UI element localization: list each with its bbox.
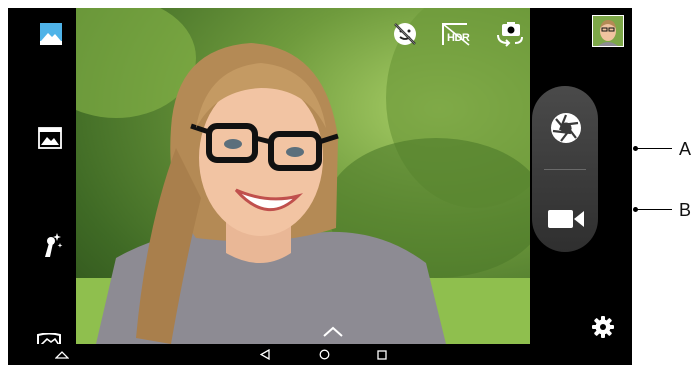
gallery-mode-icon[interactable] xyxy=(39,22,63,46)
callout-label-a: A xyxy=(679,139,692,159)
settings-gear-icon[interactable] xyxy=(591,315,615,339)
back-icon[interactable] xyxy=(260,349,270,360)
preview-image xyxy=(76,8,530,344)
recents-icon[interactable] xyxy=(377,350,387,360)
panorama-mode-icon[interactable] xyxy=(38,127,62,149)
effects-mode-icon[interactable] xyxy=(37,231,63,259)
shutter-icon[interactable] xyxy=(549,111,583,145)
switch-camera-icon[interactable] xyxy=(495,21,525,47)
last-photo-thumbnail[interactable] xyxy=(592,15,624,47)
callout-line-b xyxy=(636,209,672,210)
navigation-bar xyxy=(8,344,632,365)
capture-controls xyxy=(532,86,598,252)
mode-sidebar xyxy=(8,8,76,345)
chevron-up-icon[interactable] xyxy=(322,326,344,338)
hdr-label: HDR xyxy=(447,32,470,44)
capture-divider xyxy=(544,169,586,170)
callout-line-a xyxy=(636,148,672,149)
viewfinder[interactable]: HDR xyxy=(76,8,530,344)
face-beauty-off-icon[interactable] xyxy=(392,21,418,47)
callout-label-b: B xyxy=(679,200,692,220)
video-record-icon[interactable] xyxy=(547,208,585,230)
home-icon[interactable] xyxy=(319,349,330,360)
expand-up-icon[interactable] xyxy=(55,350,69,359)
thumbnail-image xyxy=(593,16,623,46)
hdr-icon[interactable]: HDR xyxy=(440,21,472,47)
